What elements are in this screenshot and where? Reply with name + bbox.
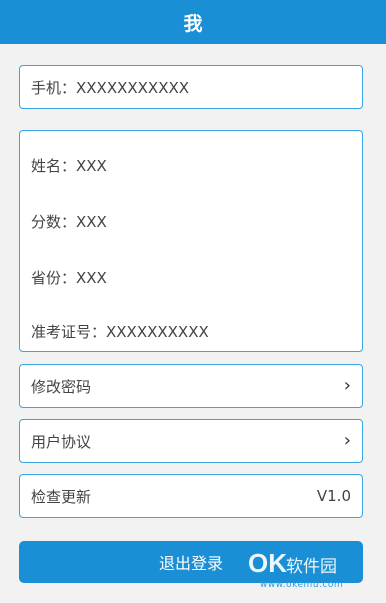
check-update-label: 检查更新 <box>31 487 92 506</box>
check-update-item[interactable]: 检查更新 V1.0 <box>19 474 363 518</box>
page-title: 我 <box>183 12 203 35</box>
logout-label: 退出登录 <box>158 554 223 573</box>
ticket-number-text: 准考证号：XXXXXXXXXX <box>31 323 209 341</box>
profile-info-card: 姓名：XXX 分数：XXX 省份：XXX 准考证号：XXXXXXXXXX <box>19 130 363 352</box>
province-text: 省份：XXX <box>31 269 107 287</box>
score-text: 分数：XXX <box>31 213 107 231</box>
chevron-right-icon: › <box>343 375 351 396</box>
phone-row: 手机：XXXXXXXXXXX <box>19 65 363 109</box>
chevron-right-icon: › <box>343 430 351 451</box>
user-agreement-label: 用户协议 <box>31 432 92 451</box>
user-agreement-item[interactable]: 用户协议 › <box>19 419 363 463</box>
change-password-label: 修改密码 <box>31 377 92 396</box>
version-text: V1.0 <box>316 487 351 505</box>
phone-text: 手机：XXXXXXXXXXX <box>31 78 190 97</box>
logout-button[interactable]: 退出登录 <box>19 541 363 583</box>
name-text: 姓名：XXX <box>31 157 107 175</box>
change-password-item[interactable]: 修改密码 › <box>19 364 363 408</box>
app-header: 我 <box>0 0 386 44</box>
